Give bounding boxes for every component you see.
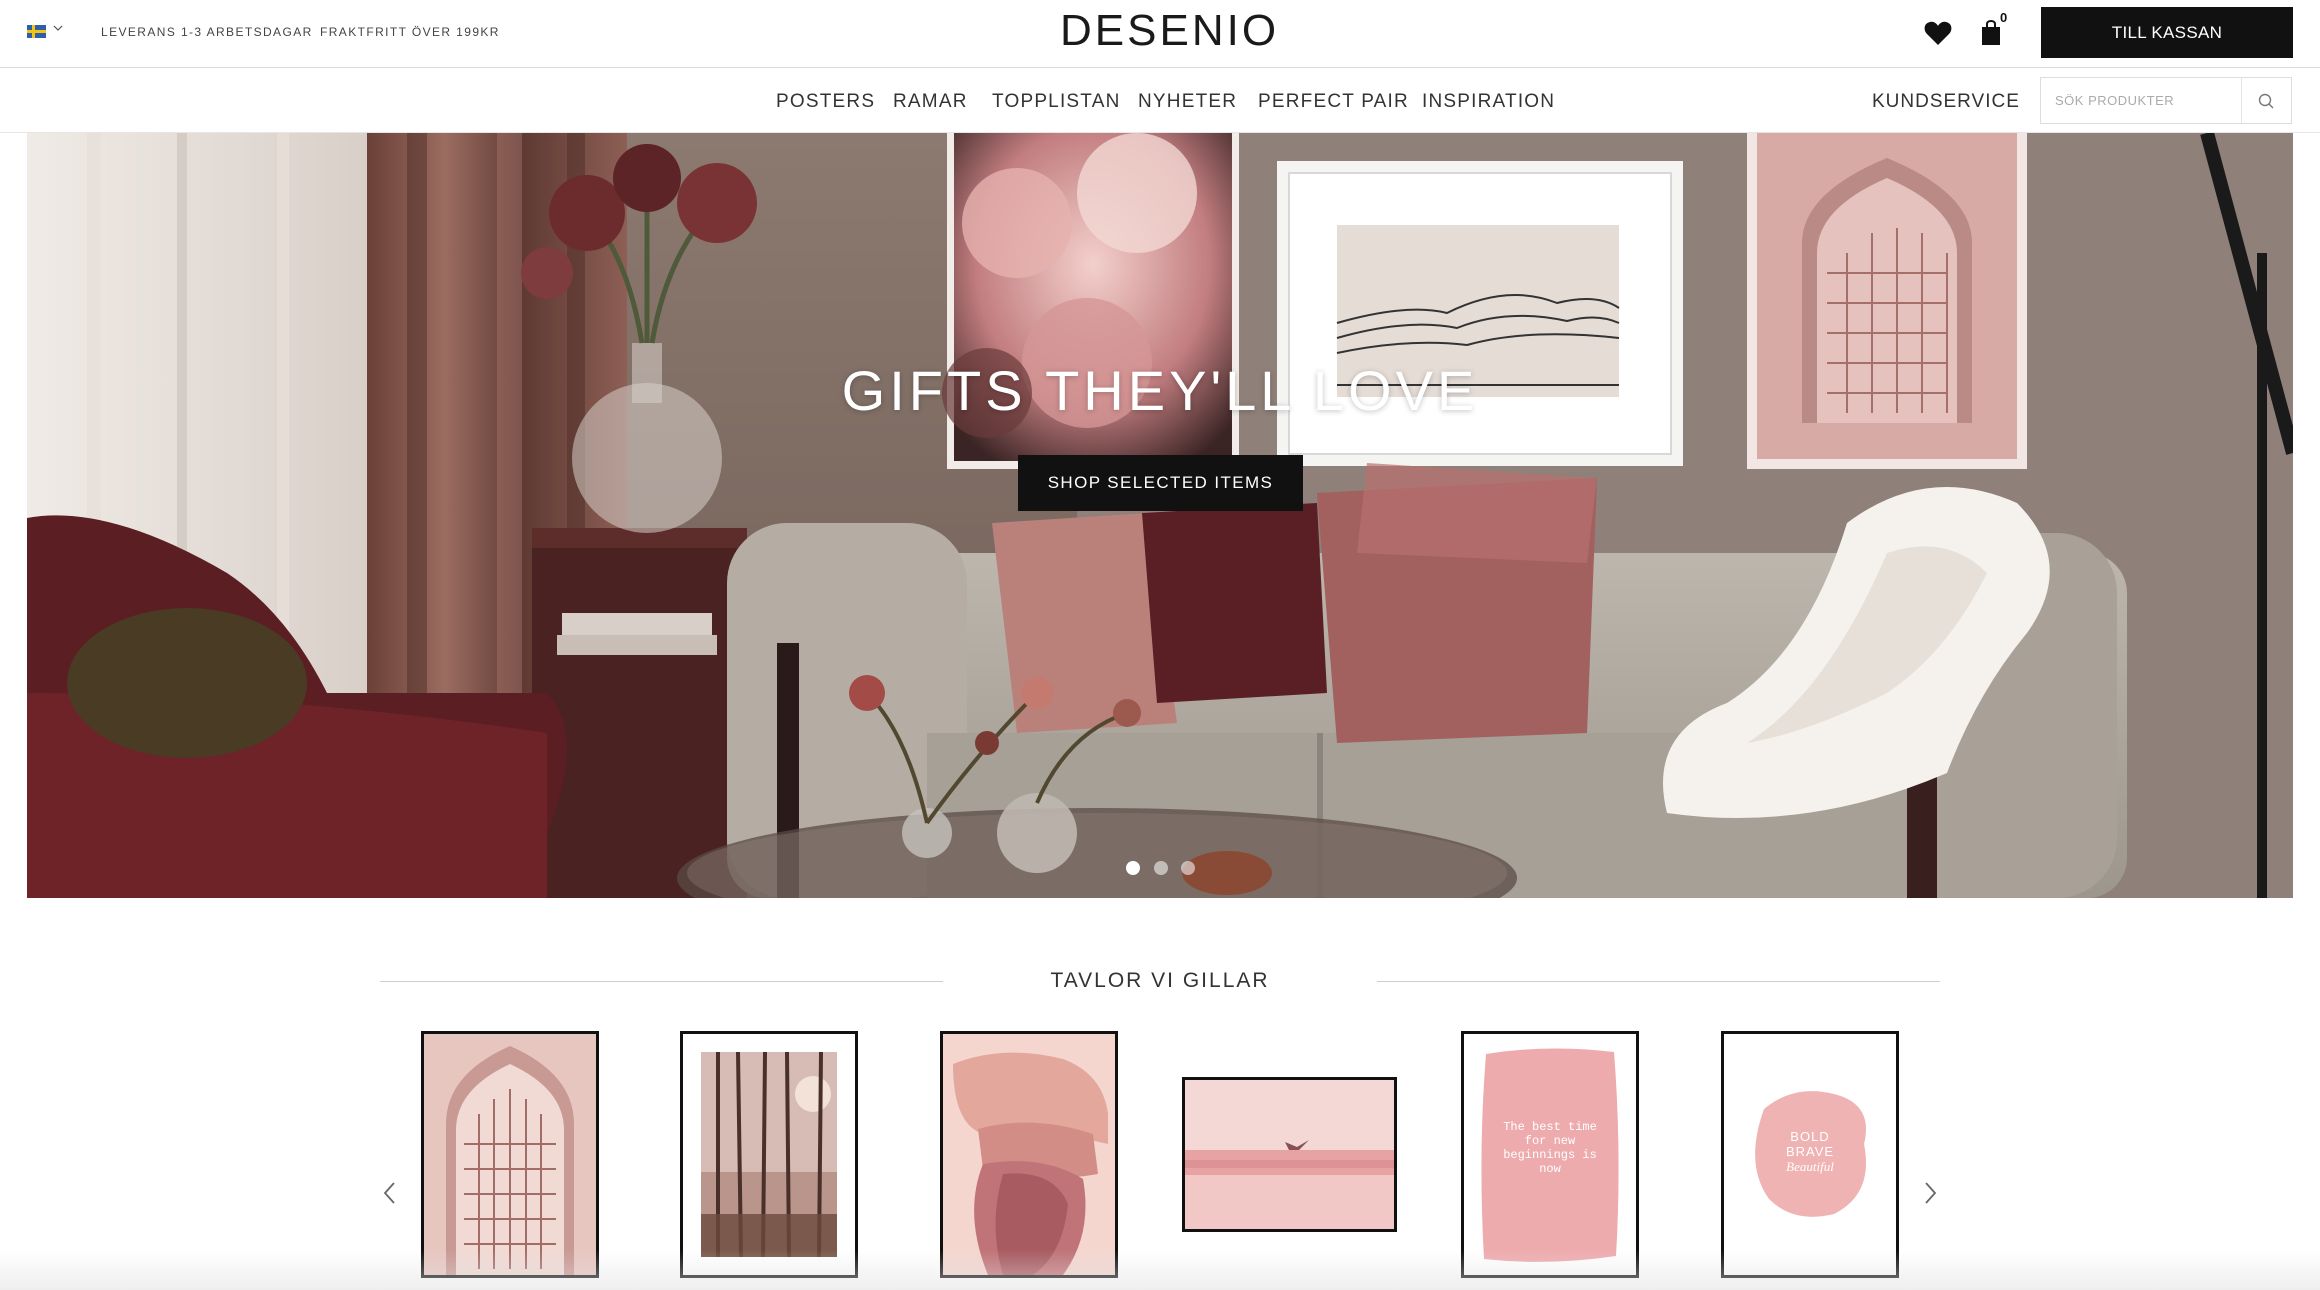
carousel-dot-1[interactable] [1126,861,1140,875]
sweden-flag-icon[interactable] [27,25,46,38]
pink-watercolor-poster[interactable] [940,1031,1118,1278]
section-title: TAVLOR VI GILLAR [1050,969,1270,992]
poster-image [424,1034,596,1275]
hero-banner[interactable]: GIFTS THEY'LL LOVE SHOP SELECTED ITEMS [27,133,2293,898]
top-bar: LEVERANS 1-3 ARBETSDAGAR FRAKTFRITT ÖVER… [0,0,2320,68]
site-logo[interactable]: DESENIO [1060,6,1276,56]
delivery-info: LEVERANS 1-3 ARBETSDAGAR [101,25,313,39]
page-fade [0,1250,2320,1290]
search-box [2040,77,2292,124]
main-navigation: POSTERS RAMAR TOPPLISTAN NYHETER PERFECT… [0,69,2320,133]
nav-item-topplistan[interactable]: TOPPLISTAN [992,91,1121,113]
nav-item-inspiration[interactable]: INSPIRATION [1422,91,1555,113]
misty-forest-poster[interactable] [680,1031,858,1278]
carousel-prev-arrow-icon[interactable] [380,1180,400,1206]
section-divider-right [1377,981,1940,982]
section-divider-left [380,981,943,982]
quote-text: The best time for new beginnings is now [1503,1120,1597,1176]
brave-text: BRAVE [1785,1144,1835,1159]
checkout-button[interactable]: TILL KASSAN [2041,7,2293,58]
beautiful-text: Beautiful [1786,1159,1834,1174]
hero-image [27,133,2293,898]
nav-item-perfect-pair[interactable]: PERFECT PAIR [1258,91,1409,113]
shipping-info: FRAKTFRITT ÖVER 199KR [320,25,500,39]
carousel-next-arrow-icon[interactable] [1920,1180,1940,1206]
search-icon[interactable] [2246,88,2286,114]
shop-selected-button[interactable]: SHOP SELECTED ITEMS [1018,455,1303,511]
poster-image [943,1034,1115,1275]
cart-count: 0 [2000,10,2008,25]
customer-service-link[interactable]: KUNDSERVICE [1872,91,2020,113]
quote-poster[interactable]: The best time for new beginnings is now [1461,1031,1639,1278]
carousel-dot-2[interactable] [1154,861,1168,875]
nav-item-posters[interactable]: POSTERS [776,91,875,113]
poster-image [1185,1080,1394,1229]
moroccan-arch-poster[interactable] [421,1031,599,1278]
heart-icon[interactable] [1924,20,1952,46]
nav-item-ramar[interactable]: RAMAR [893,91,968,113]
bold-brave-poster[interactable]: BOLD BRAVE Beautiful [1721,1031,1899,1278]
nav-item-nyheter[interactable]: NYHETER [1138,91,1237,113]
poster-image [683,1034,855,1275]
shopping-bag-icon[interactable] [1980,18,2002,46]
search-divider [2241,78,2242,123]
search-input[interactable] [2041,78,2241,123]
carousel-dot-3[interactable] [1181,861,1195,875]
chevron-down-icon[interactable] [53,23,63,33]
hero-title: GIFTS THEY'LL LOVE [841,359,1479,422]
bold-text: BOLD [1790,1129,1830,1144]
pink-landscape-bird-poster[interactable] [1182,1077,1397,1232]
